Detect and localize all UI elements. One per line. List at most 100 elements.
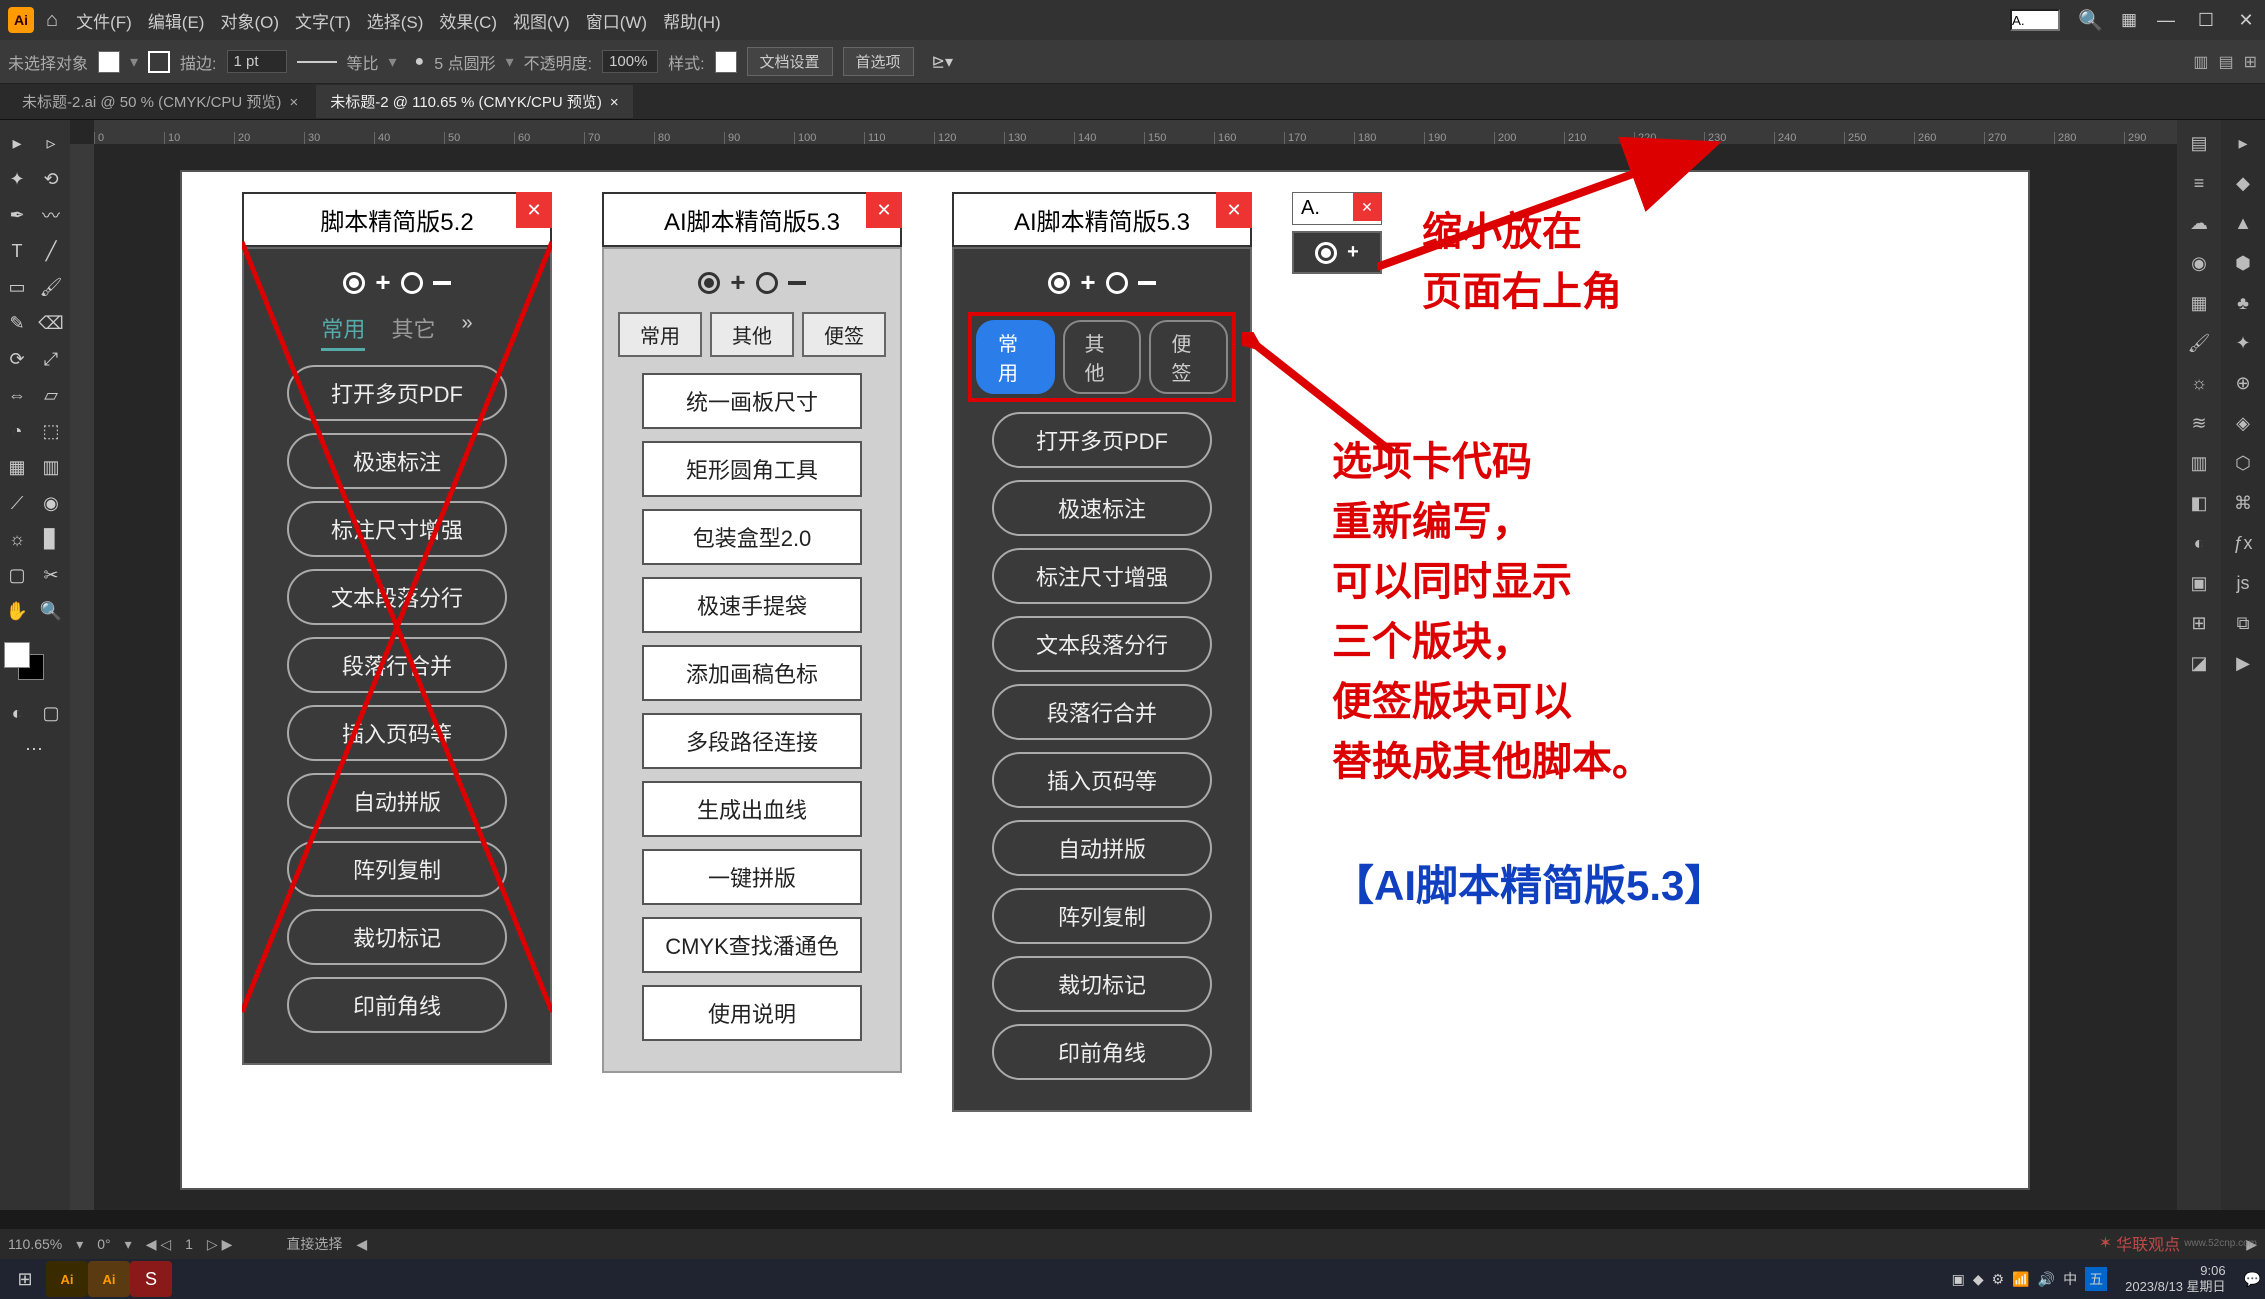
swatches-icon[interactable]: ▦ xyxy=(2182,286,2216,320)
close-icon[interactable]: × xyxy=(289,94,298,111)
magic-wand-tool[interactable]: ✦ xyxy=(0,162,34,196)
properties-icon[interactable]: ▤ xyxy=(2182,126,2216,160)
btn-corner-lines[interactable]: 印前角线 xyxy=(992,1024,1212,1080)
stroke-width-input[interactable] xyxy=(227,50,287,73)
radio-icon[interactable] xyxy=(756,272,778,294)
rectangle-tool[interactable]: ▭ xyxy=(0,270,34,304)
pathfinder-icon[interactable]: ◪ xyxy=(2182,646,2216,680)
tray-icon[interactable]: 📶 xyxy=(2012,1271,2029,1288)
panel-icon-2[interactable]: ▤ xyxy=(2218,52,2233,72)
color-swatches[interactable] xyxy=(0,638,70,684)
brush-tool[interactable]: 🖌 xyxy=(34,270,68,304)
radio-icon[interactable] xyxy=(1106,272,1128,294)
arrange-icon[interactable]: ▦ xyxy=(2121,10,2137,30)
tab-notes[interactable]: 便签 xyxy=(802,312,886,357)
menu-view[interactable]: 视图(V) xyxy=(513,8,570,33)
btn-bleed-line[interactable]: 生成出血线 xyxy=(642,781,862,837)
menu-select[interactable]: 选择(S) xyxy=(367,8,424,33)
taskbar-clock[interactable]: 9:06 2023/8/13 星期日 xyxy=(2125,1263,2225,1294)
btn-fast-annotate[interactable]: 极速标注 xyxy=(992,480,1212,536)
gradient-tool[interactable]: ▥ xyxy=(34,450,68,484)
btn-text-split[interactable]: 文本段落分行 xyxy=(992,616,1212,672)
panel-icon-3[interactable]: ⊞ xyxy=(2244,52,2257,72)
opacity-input[interactable] xyxy=(602,50,658,73)
panel-icon[interactable]: ◆ xyxy=(2226,166,2260,200)
panel-icon[interactable]: ◈ xyxy=(2226,406,2260,440)
panel-icon[interactable]: js xyxy=(2226,566,2260,600)
align-icon[interactable]: ⊵▾ xyxy=(932,52,953,72)
btn-dim-enhance[interactable]: 标注尺寸增强 xyxy=(287,501,507,557)
shape-builder-tool[interactable]: ◔ xyxy=(0,414,34,448)
btn-open-pdf[interactable]: 打开多页PDF xyxy=(992,412,1212,468)
tray-icon[interactable]: ▣ xyxy=(1952,1271,1965,1288)
home-icon[interactable]: ⌂ xyxy=(46,9,58,32)
btn-text-split[interactable]: 文本段落分行 xyxy=(287,569,507,625)
btn-one-impose[interactable]: 一键拼版 xyxy=(642,849,862,905)
graph-tool[interactable]: ▊ xyxy=(34,522,68,556)
taskbar-ai-1[interactable]: Ai xyxy=(46,1261,88,1297)
search-icon[interactable]: 🔍 xyxy=(2078,8,2103,33)
panel-icon[interactable]: ƒx xyxy=(2226,526,2260,560)
knob-row[interactable]: + xyxy=(258,267,536,298)
btn-handbag[interactable]: 极速手提袋 xyxy=(642,577,862,633)
tab-other[interactable]: 其他 xyxy=(710,312,794,357)
panel-icon[interactable]: ⧉ xyxy=(2226,606,2260,640)
artboard-nav[interactable]: ▷ ▶ xyxy=(207,1236,232,1253)
knob-row[interactable]: + xyxy=(968,267,1236,298)
close-button[interactable]: ✕ xyxy=(1216,192,1252,228)
panel-icon[interactable]: ✦ xyxy=(2226,326,2260,360)
zoom-tool[interactable]: 🔍 xyxy=(34,594,68,628)
btn-add-colorbar[interactable]: 添加画稿色标 xyxy=(642,645,862,701)
panel-icon[interactable]: ⊕ xyxy=(2226,366,2260,400)
btn-auto-impose[interactable]: 自动拼版 xyxy=(287,773,507,829)
btn-multi-path[interactable]: 多段路径连接 xyxy=(642,713,862,769)
tray-icon[interactable]: ⚙ xyxy=(1992,1271,2005,1288)
symbol-tool[interactable]: ☼ xyxy=(0,522,34,556)
layers-icon[interactable]: ≡ xyxy=(2182,166,2216,200)
maximize-button[interactable]: ☐ xyxy=(2195,9,2217,31)
close-button[interactable]: ✕ xyxy=(516,192,552,228)
menu-object[interactable]: 对象(O) xyxy=(220,8,279,33)
btn-round-rect[interactable]: 矩形圆角工具 xyxy=(642,441,862,497)
hand-tool[interactable]: ✋ xyxy=(0,594,34,628)
btn-open-pdf[interactable]: 打开多页PDF xyxy=(287,365,507,421)
menu-help[interactable]: 帮助(H) xyxy=(663,8,721,33)
btn-dim-enhance[interactable]: 标注尺寸增强 xyxy=(992,548,1212,604)
scale-tool[interactable]: ⤢ xyxy=(34,342,68,376)
btn-box-type[interactable]: 包装盒型2.0 xyxy=(642,509,862,565)
artboard-tool[interactable]: ▢ xyxy=(0,558,34,592)
radio-icon[interactable] xyxy=(1315,242,1337,264)
panel-icon-1[interactable]: ▥ xyxy=(2193,52,2208,72)
tray-icon[interactable]: ◆ xyxy=(1973,1271,1984,1288)
btn-corner-lines[interactable]: 印前角线 xyxy=(287,977,507,1033)
tab-common[interactable]: 常用 xyxy=(321,312,365,351)
radio-icon[interactable] xyxy=(1048,272,1070,294)
free-transform-tool[interactable]: ▱ xyxy=(34,378,68,412)
btn-unify-artboard[interactable]: 统一画板尺寸 xyxy=(642,373,862,429)
minus-icon[interactable] xyxy=(433,281,451,285)
appearance-icon[interactable]: ◐ xyxy=(2182,526,2216,560)
graphic-styles-icon[interactable]: ▣ xyxy=(2182,566,2216,600)
btn-cmyk-pantone[interactable]: CMYK查找潘通色 xyxy=(642,917,862,973)
chevron-icon[interactable]: » xyxy=(461,312,472,351)
panel-icon[interactable]: ⬢ xyxy=(2226,246,2260,280)
panel-icon[interactable]: ▲ xyxy=(2226,206,2260,240)
doc-tab-1[interactable]: 未标题-2.ai @ 50 % (CMYK/CPU 预览)× xyxy=(8,85,312,118)
panel-icon[interactable]: ⌘ xyxy=(2226,486,2260,520)
rotate-tool[interactable]: ⟳ xyxy=(0,342,34,376)
btn-page-num[interactable]: 插入页码等 xyxy=(992,752,1212,808)
uniform-label[interactable]: 等比 xyxy=(347,50,379,74)
btn-crop-marks[interactable]: 裁切标记 xyxy=(287,909,507,965)
radio-icon[interactable] xyxy=(401,272,423,294)
btn-manual[interactable]: 使用说明 xyxy=(642,985,862,1041)
slice-tool[interactable]: ✂ xyxy=(34,558,68,592)
menu-edit[interactable]: 编辑(E) xyxy=(148,8,205,33)
align-icon[interactable]: ⊞ xyxy=(2182,606,2216,640)
title-search[interactable] xyxy=(2010,9,2060,31)
close-icon[interactable]: × xyxy=(610,94,619,111)
zoom-level[interactable]: 110.65% xyxy=(8,1236,62,1252)
btn-para-merge[interactable]: 段落行合并 xyxy=(992,684,1212,740)
rotation[interactable]: 0° xyxy=(97,1236,110,1252)
scroll-left-icon[interactable]: ◀ xyxy=(356,1236,367,1253)
prefs-button[interactable]: 首选项 xyxy=(843,47,914,76)
